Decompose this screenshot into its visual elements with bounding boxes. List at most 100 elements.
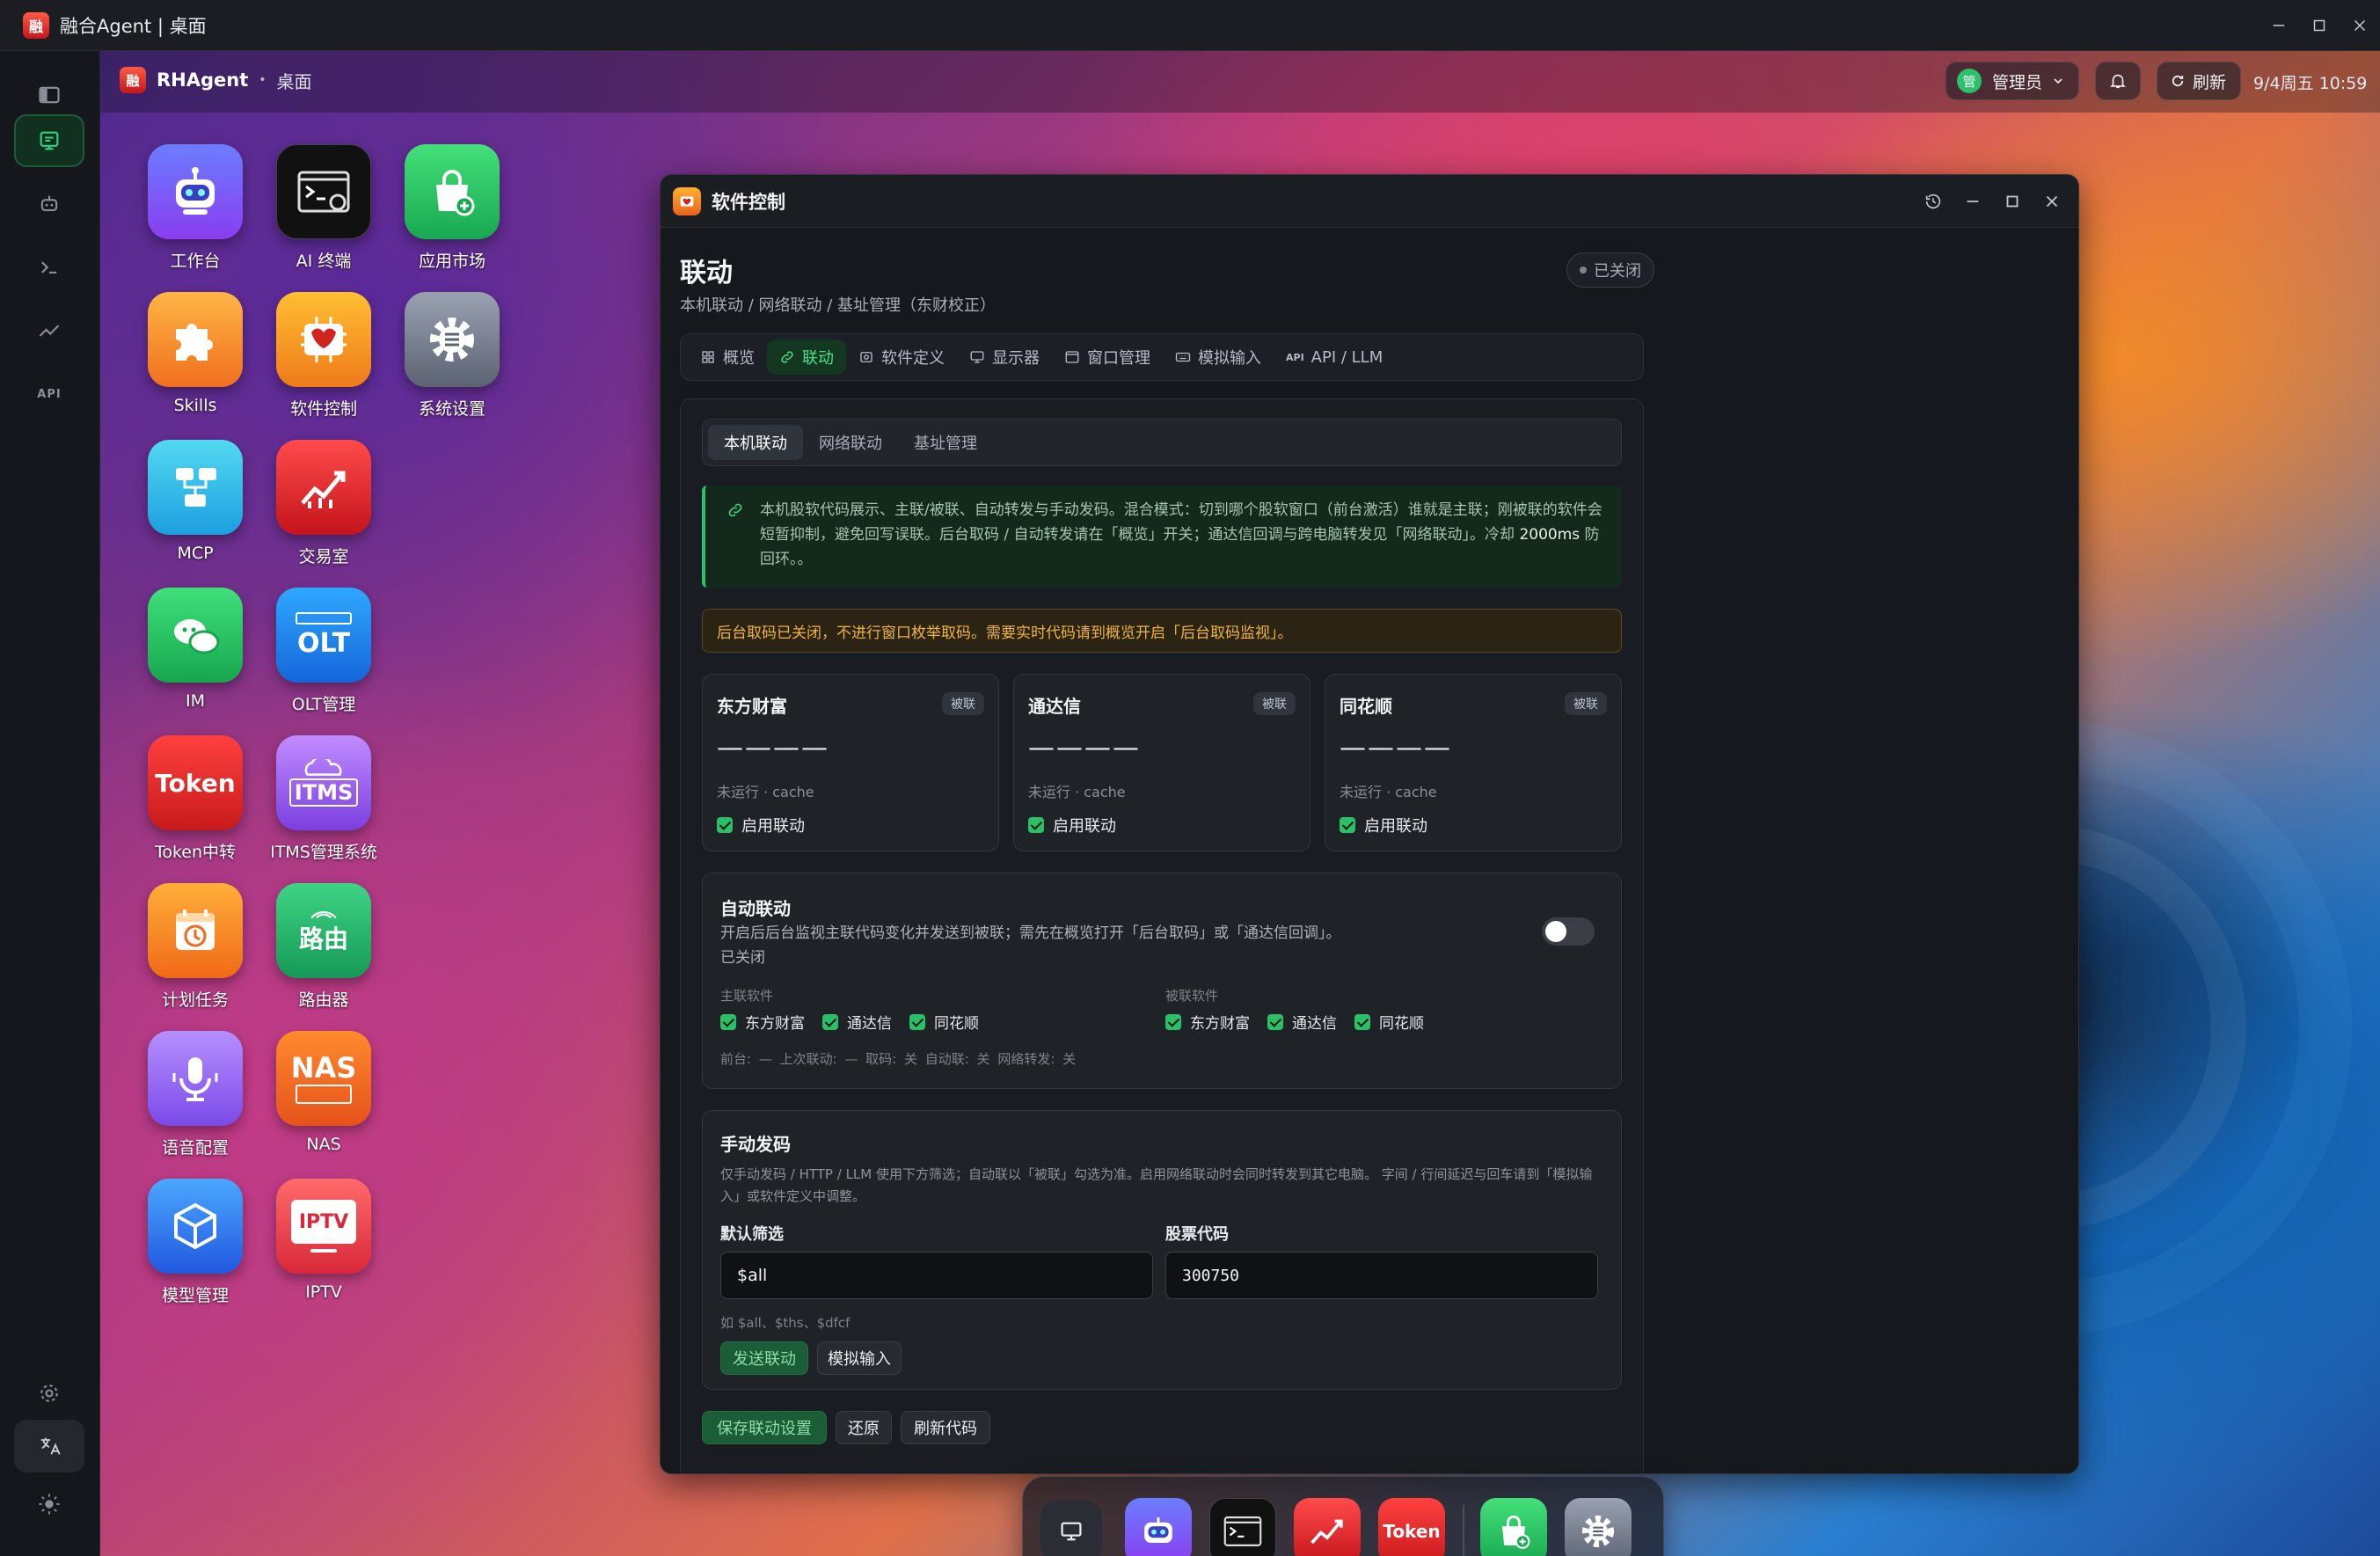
app-label: ITMS管理系统	[270, 843, 377, 862]
tab-window-management[interactable]: 窗口管理	[1052, 340, 1163, 375]
stock-code-input[interactable]: 300750	[1165, 1252, 1598, 1299]
olt-icon: OLT	[276, 588, 371, 683]
master-group-label: 主联软件	[720, 988, 774, 1004]
app-model-management[interactable]: 模型管理	[134, 1179, 257, 1306]
dock-desktop[interactable]	[1040, 1501, 1102, 1556]
subtab-network-linkage[interactable]: 网络联动	[803, 425, 898, 460]
tab-linkage[interactable]: 联动	[767, 340, 846, 375]
rail-settings-button[interactable]	[14, 1367, 84, 1420]
simulate-input-button[interactable]: 模拟输入	[817, 1341, 902, 1375]
subtab-local-linkage[interactable]: 本机联动	[708, 425, 803, 460]
app-skills[interactable]: Skills	[134, 292, 257, 415]
tab-simulated-input[interactable]: 模拟输入	[1163, 340, 1274, 375]
save-linkage-settings-button[interactable]: 保存联动设置	[702, 1411, 827, 1444]
app-label: OLT管理	[291, 695, 356, 714]
history-button[interactable]	[1913, 175, 1953, 228]
software-status: 未运行 · cache	[1340, 784, 1437, 800]
chat-icon	[148, 588, 243, 683]
maximize-button[interactable]	[2299, 0, 2340, 51]
enable-linkage-checkbox[interactable]: 启用联动	[1028, 814, 1116, 836]
robot-icon	[37, 192, 62, 216]
slave-checkbox-ths[interactable]: 同花顺	[1354, 1011, 1424, 1033]
app-nas[interactable]: NAS NAS	[262, 1031, 385, 1154]
master-checkbox-tdx[interactable]: 通达信	[822, 1011, 892, 1033]
app-itms[interactable]: ITMS ITMS管理系统	[262, 735, 385, 863]
app-software-control[interactable]: 软件控制	[262, 292, 385, 420]
rail-chart-button[interactable]	[14, 304, 84, 357]
subtab-base-address[interactable]: 基址管理	[898, 425, 993, 460]
rail-terminal-button[interactable]	[14, 241, 84, 294]
app-scheduled-tasks[interactable]: 计划任务	[134, 883, 257, 1011]
tab-monitor[interactable]: 显示器	[957, 340, 1052, 375]
app-ai-terminal[interactable]: AI 终端	[262, 144, 385, 272]
filter-label: 默认筛选	[720, 1225, 784, 1244]
checkbox-checked-icon	[909, 1013, 925, 1030]
dock-app-market[interactable]	[1480, 1498, 1547, 1556]
auto-linkage-toggle[interactable]	[1542, 917, 1595, 946]
sidebar-toggle-button[interactable]	[14, 69, 84, 121]
warning-banner: 后台取码已关闭，不进行窗口枚举取码。需要实时代码请到概览开启「后台取码监视」。	[702, 609, 1622, 653]
cooldown-value: 2000ms	[1519, 526, 1581, 544]
role-badge: 被联	[942, 692, 984, 715]
iptv-icon: IPTV	[276, 1179, 371, 1274]
notifications-button[interactable]	[2095, 62, 2141, 100]
tab-software-definition[interactable]: 软件定义	[846, 340, 957, 375]
sun-icon	[37, 1492, 62, 1516]
send-linkage-button[interactable]: 发送联动	[720, 1341, 808, 1375]
app-system-settings[interactable]: 系统设置	[391, 292, 514, 420]
dock-token-relay[interactable]: Token	[1378, 1498, 1445, 1556]
restore-button[interactable]: 还原	[836, 1411, 892, 1444]
app-token-relay[interactable]: Token Token中转	[134, 735, 257, 863]
app-im[interactable]: IM	[134, 588, 257, 711]
avatar: 管	[1957, 69, 1982, 93]
tab-label: 联动	[802, 349, 834, 368]
master-checkbox-ths[interactable]: 同花顺	[909, 1011, 979, 1033]
window-icon	[1064, 349, 1080, 365]
dock-workbench[interactable]	[1125, 1498, 1192, 1556]
dock-system-settings[interactable]	[1565, 1498, 1632, 1556]
close-button[interactable]	[2340, 0, 2380, 51]
enable-linkage-checkbox[interactable]: 启用联动	[717, 814, 805, 836]
refresh-button[interactable]: 刷新	[2157, 62, 2241, 100]
minimize-button[interactable]	[2259, 0, 2299, 51]
rail-robot-button[interactable]	[14, 178, 84, 230]
window-maximize-button[interactable]	[1992, 175, 2032, 228]
user-menu-button[interactable]: 管 管理员	[1946, 62, 2079, 100]
refresh-code-button[interactable]: 刷新代码	[901, 1411, 990, 1444]
stock-code-label: 股票代码	[1165, 1225, 1229, 1244]
dock-trading-room[interactable]	[1294, 1498, 1361, 1556]
rail-api-button[interactable]: API	[14, 368, 84, 420]
desktop-topbar: 融 RHAgent • 桌面 管 管理员 刷新 9/4周五 10:59	[100, 51, 2380, 113]
app-router[interactable]: 路由 路由器	[262, 883, 385, 1011]
app-mcp[interactable]: MCP	[134, 440, 257, 563]
app-logo-icon: 融	[23, 11, 49, 39]
rail-theme-button[interactable]	[14, 1478, 84, 1530]
app-label: MCP	[177, 544, 214, 563]
dock-separator	[1463, 1505, 1464, 1556]
app-market[interactable]: 应用市场	[391, 144, 514, 272]
slave-checkboxes: 东方财富 通达信 同花顺	[1165, 1011, 1442, 1033]
checkbox-checked-icon	[1340, 817, 1355, 833]
status-badge: 已关闭	[1566, 252, 1654, 288]
app-logo-icon: 融	[120, 67, 146, 93]
enable-linkage-checkbox[interactable]: 启用联动	[1340, 814, 1427, 836]
manual-send-card: 手动发码 仅手动发码 / HTTP / LLM 使用下方筛选；自动联以「被联」勾…	[702, 1110, 1622, 1390]
app-olt[interactable]: OLT OLT管理	[262, 588, 385, 715]
window-minimize-button[interactable]	[1953, 175, 1992, 228]
rail-desktop-button[interactable]	[14, 114, 84, 167]
tab-overview[interactable]: 概览	[688, 340, 767, 375]
window-close-button[interactable]	[2032, 175, 2071, 228]
app-workbench[interactable]: 工作台	[134, 144, 257, 272]
dock-ai-terminal[interactable]	[1209, 1498, 1276, 1556]
app-trading-room[interactable]: 交易室	[262, 440, 385, 567]
rail-translate-button[interactable]	[14, 1420, 84, 1472]
terminal-icon	[37, 255, 62, 280]
slave-checkbox-tdx[interactable]: 通达信	[1267, 1011, 1337, 1033]
tab-api-llm[interactable]: API API / LLM	[1274, 340, 1395, 375]
slave-checkbox-eastmoney[interactable]: 东方财富	[1165, 1011, 1250, 1033]
master-checkbox-eastmoney[interactable]: 东方财富	[720, 1011, 805, 1033]
software-control-icon	[673, 186, 701, 216]
filter-input[interactable]: $all	[720, 1252, 1153, 1299]
app-voice-config[interactable]: 语音配置	[134, 1031, 257, 1158]
app-iptv[interactable]: IPTV IPTV	[262, 1179, 385, 1302]
